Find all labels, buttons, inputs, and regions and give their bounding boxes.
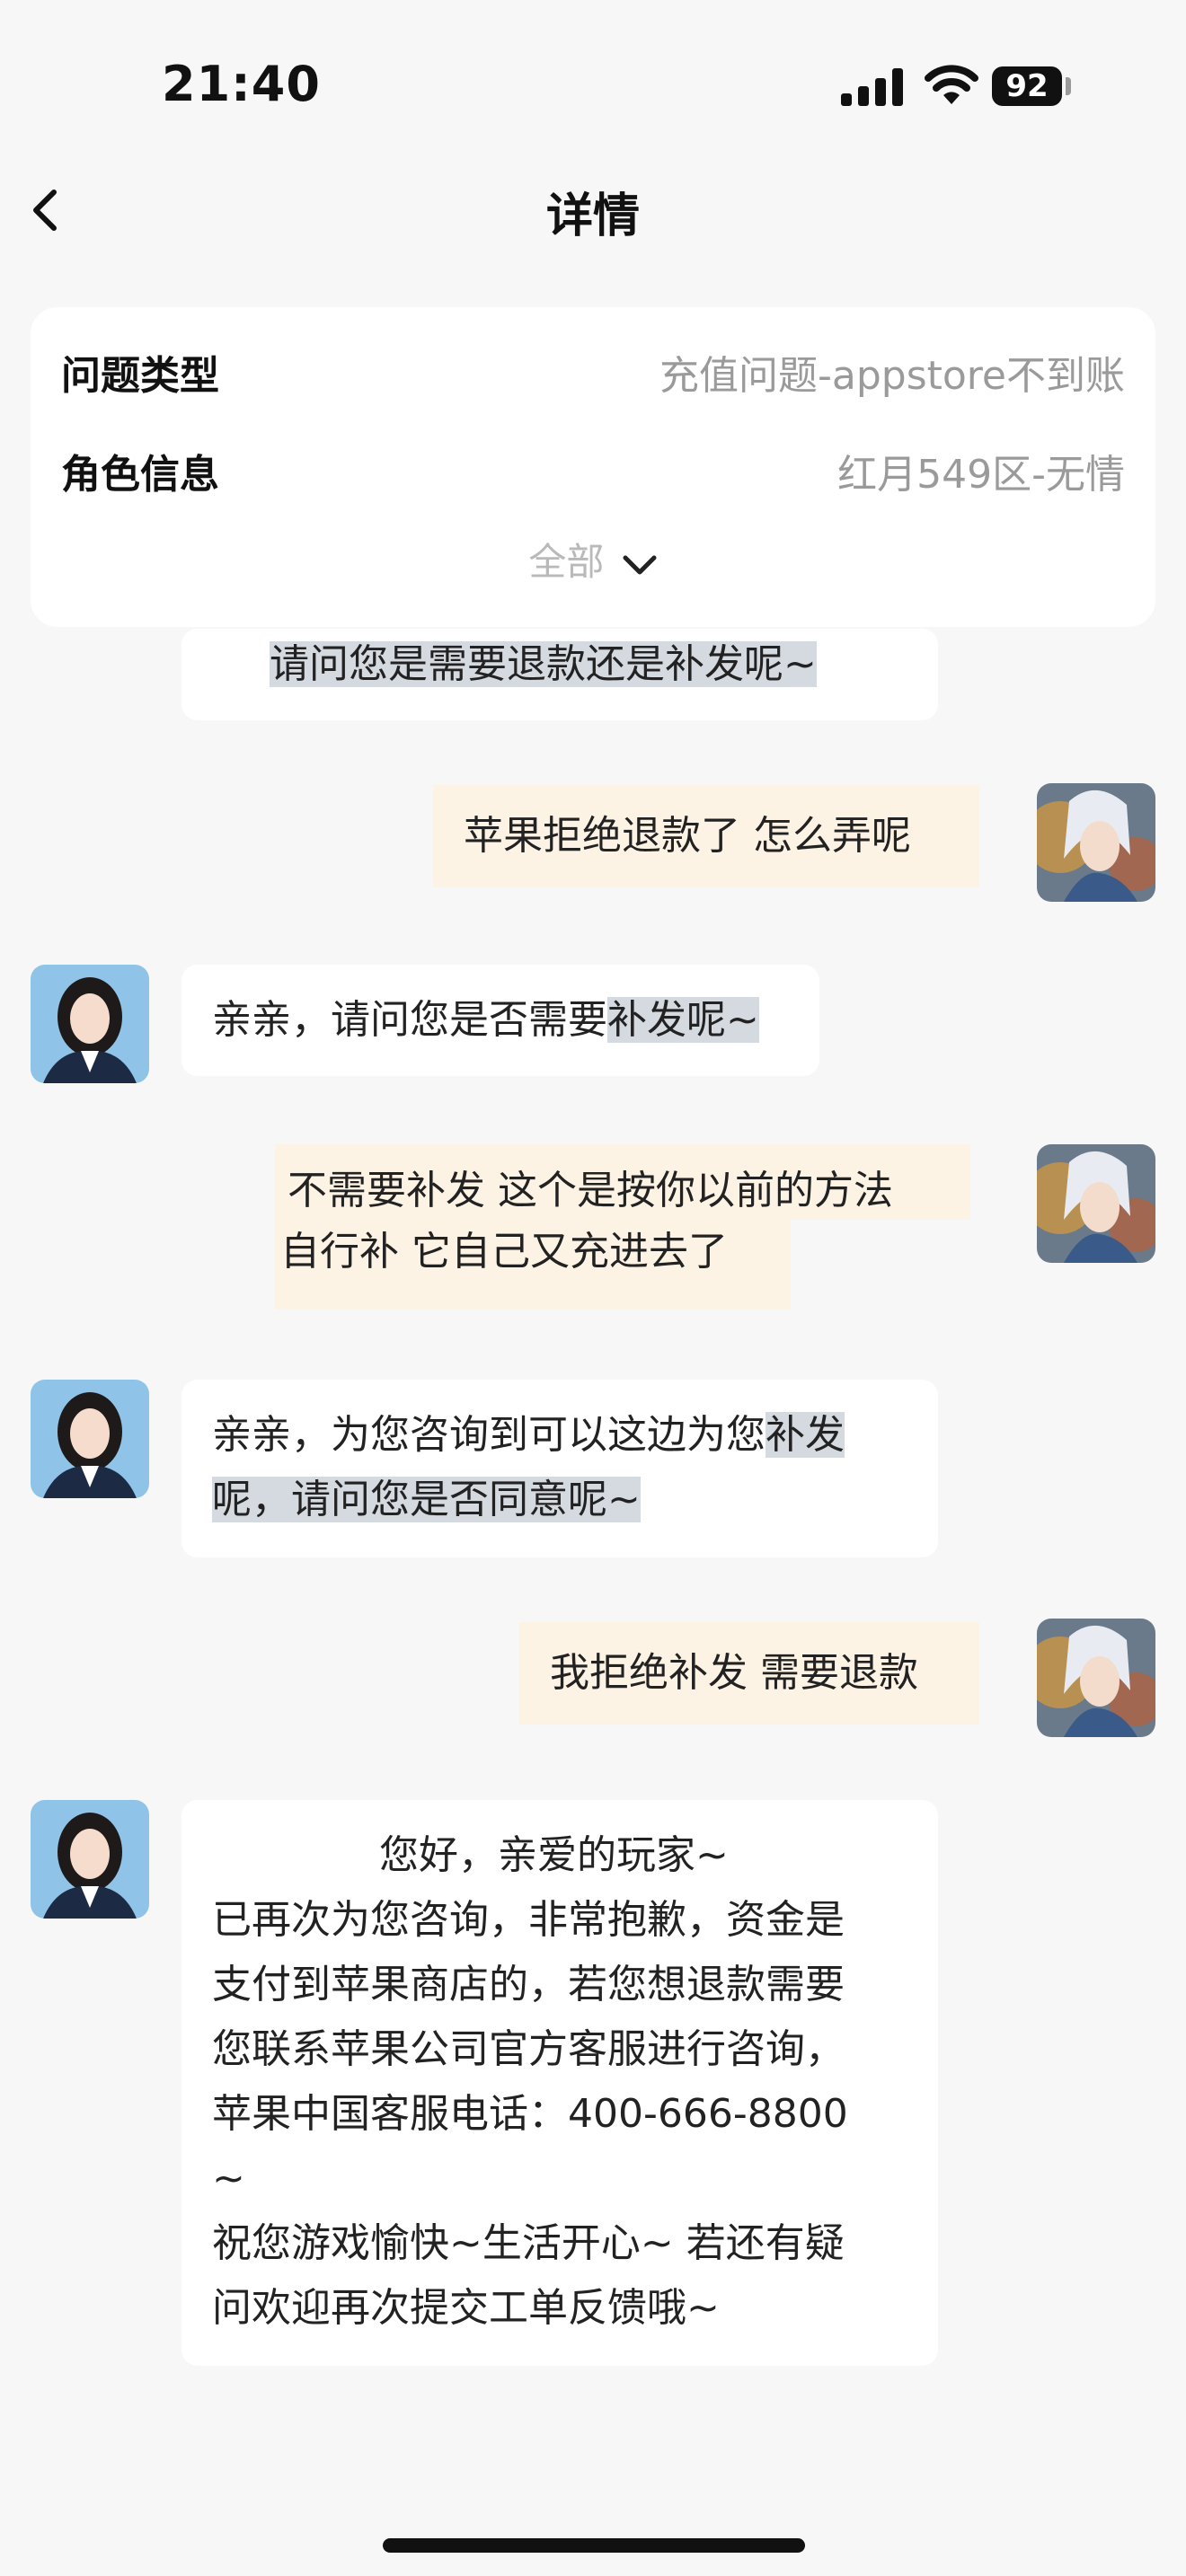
info-label: 角色信息 bbox=[61, 452, 219, 498]
chat-bubble-user: 我拒绝补发 需要退款 bbox=[519, 1622, 979, 1725]
chat-text: 不需要补发 这个是按你以前的方法 bbox=[288, 1168, 893, 1213]
chat-line: 您联系苹果公司官方客服进行咨询， bbox=[212, 2026, 845, 2072]
chat-bubble-user: 苹果拒绝退款了 怎么弄呢 bbox=[433, 785, 979, 887]
user-avatar[interactable] bbox=[1037, 1144, 1155, 1263]
agent-avatar bbox=[31, 965, 149, 1083]
chat-line: 不需要补发 这个是按你以前的方法 bbox=[275, 1144, 970, 1220]
info-row-role-info: 角色信息 红月549区-无情 bbox=[61, 433, 1125, 498]
status-bar: 21:40 92 bbox=[0, 0, 1186, 171]
agent-avatar bbox=[31, 1380, 149, 1498]
user-avatar[interactable] bbox=[1037, 783, 1155, 902]
chat-line: 已再次为您咨询，非常抱歉，资金是 bbox=[212, 1897, 845, 1943]
chat-line: 支付到苹果商店的，若您想退款需要 bbox=[212, 1962, 845, 2007]
chevron-down-icon bbox=[623, 555, 657, 574]
expand-all-button[interactable]: 全部 bbox=[31, 532, 1155, 587]
chat-line: 祝您游戏愉快~生活开心~ 若还有疑 bbox=[212, 2220, 845, 2266]
chat-bubble-agent: 亲亲，请问您是否需要补发呢~ bbox=[181, 965, 819, 1076]
info-label: 问题类型 bbox=[61, 353, 219, 399]
chat-bubble-agent: 请问您是需要退款还是补发呢~ bbox=[181, 629, 938, 720]
chat-text-highlight: 呢，请问您是否同意呢~ bbox=[212, 1477, 641, 1522]
chat-greeting: 您好，亲爱的玩家~ bbox=[379, 1832, 729, 1878]
chat-text: 亲亲，为您咨询到可以这边为您 bbox=[212, 1412, 766, 1458]
chat-text: 苹果拒绝退款了 怎么弄呢 bbox=[464, 813, 911, 859]
chat-text: 亲亲，请问您是否需要 bbox=[212, 997, 607, 1043]
battery-tip bbox=[1066, 77, 1071, 95]
status-time: 21:40 bbox=[162, 56, 321, 112]
chat-text: 请问您是需要退款还是补发呢~ bbox=[270, 641, 817, 687]
chat-text: 我拒绝补发 需要退款 bbox=[550, 1650, 918, 1696]
chat-text: 自行补 它自己又充进去了 bbox=[280, 1229, 728, 1275]
battery-level: 92 bbox=[992, 66, 1062, 106]
nav-bar: 详情 bbox=[0, 171, 1186, 250]
chat-text-highlight: 补发呢~ bbox=[607, 997, 759, 1043]
info-row-issue-type: 问题类型 充值问题-appstore不到账 bbox=[61, 334, 1125, 399]
user-avatar[interactable] bbox=[1037, 1619, 1155, 1737]
agent-avatar bbox=[31, 1800, 149, 1919]
chat-line: 问欢迎再次提交工单反馈哦~ bbox=[212, 2285, 720, 2331]
cellular-signal-icon bbox=[841, 68, 903, 106]
chat-bubble-agent: 您好，亲爱的玩家~ 已再次为您咨询，非常抱歉，资金是 支付到苹果商店的，若您想退… bbox=[181, 1800, 938, 2366]
chat-text-highlight: 补发 bbox=[766, 1412, 845, 1458]
expand-label: 全部 bbox=[528, 540, 605, 584]
chat-line: ~ bbox=[212, 2156, 245, 2201]
ticket-info-card: 问题类型 充值问题-appstore不到账 角色信息 红月549区-无情 全部 bbox=[31, 307, 1155, 627]
chat-line: 自行补 它自己又充进去了 bbox=[275, 1220, 791, 1310]
chat-line: 苹果中国客服电话：400-666-8800 bbox=[212, 2091, 848, 2137]
info-value: 红月549区-无情 bbox=[837, 452, 1125, 498]
info-value: 充值问题-appstore不到账 bbox=[659, 353, 1125, 399]
chat-bubble-agent: 亲亲，为您咨询到可以这边为您补发 呢，请问您是否同意呢~ bbox=[181, 1380, 938, 1557]
wifi-icon bbox=[925, 65, 978, 104]
chat-bubble-user: 不需要补发 这个是按你以前的方法 自行补 它自己又充进去了 bbox=[275, 1144, 970, 1310]
page-title: 详情 bbox=[545, 190, 640, 243]
home-indicator[interactable] bbox=[383, 2538, 805, 2553]
